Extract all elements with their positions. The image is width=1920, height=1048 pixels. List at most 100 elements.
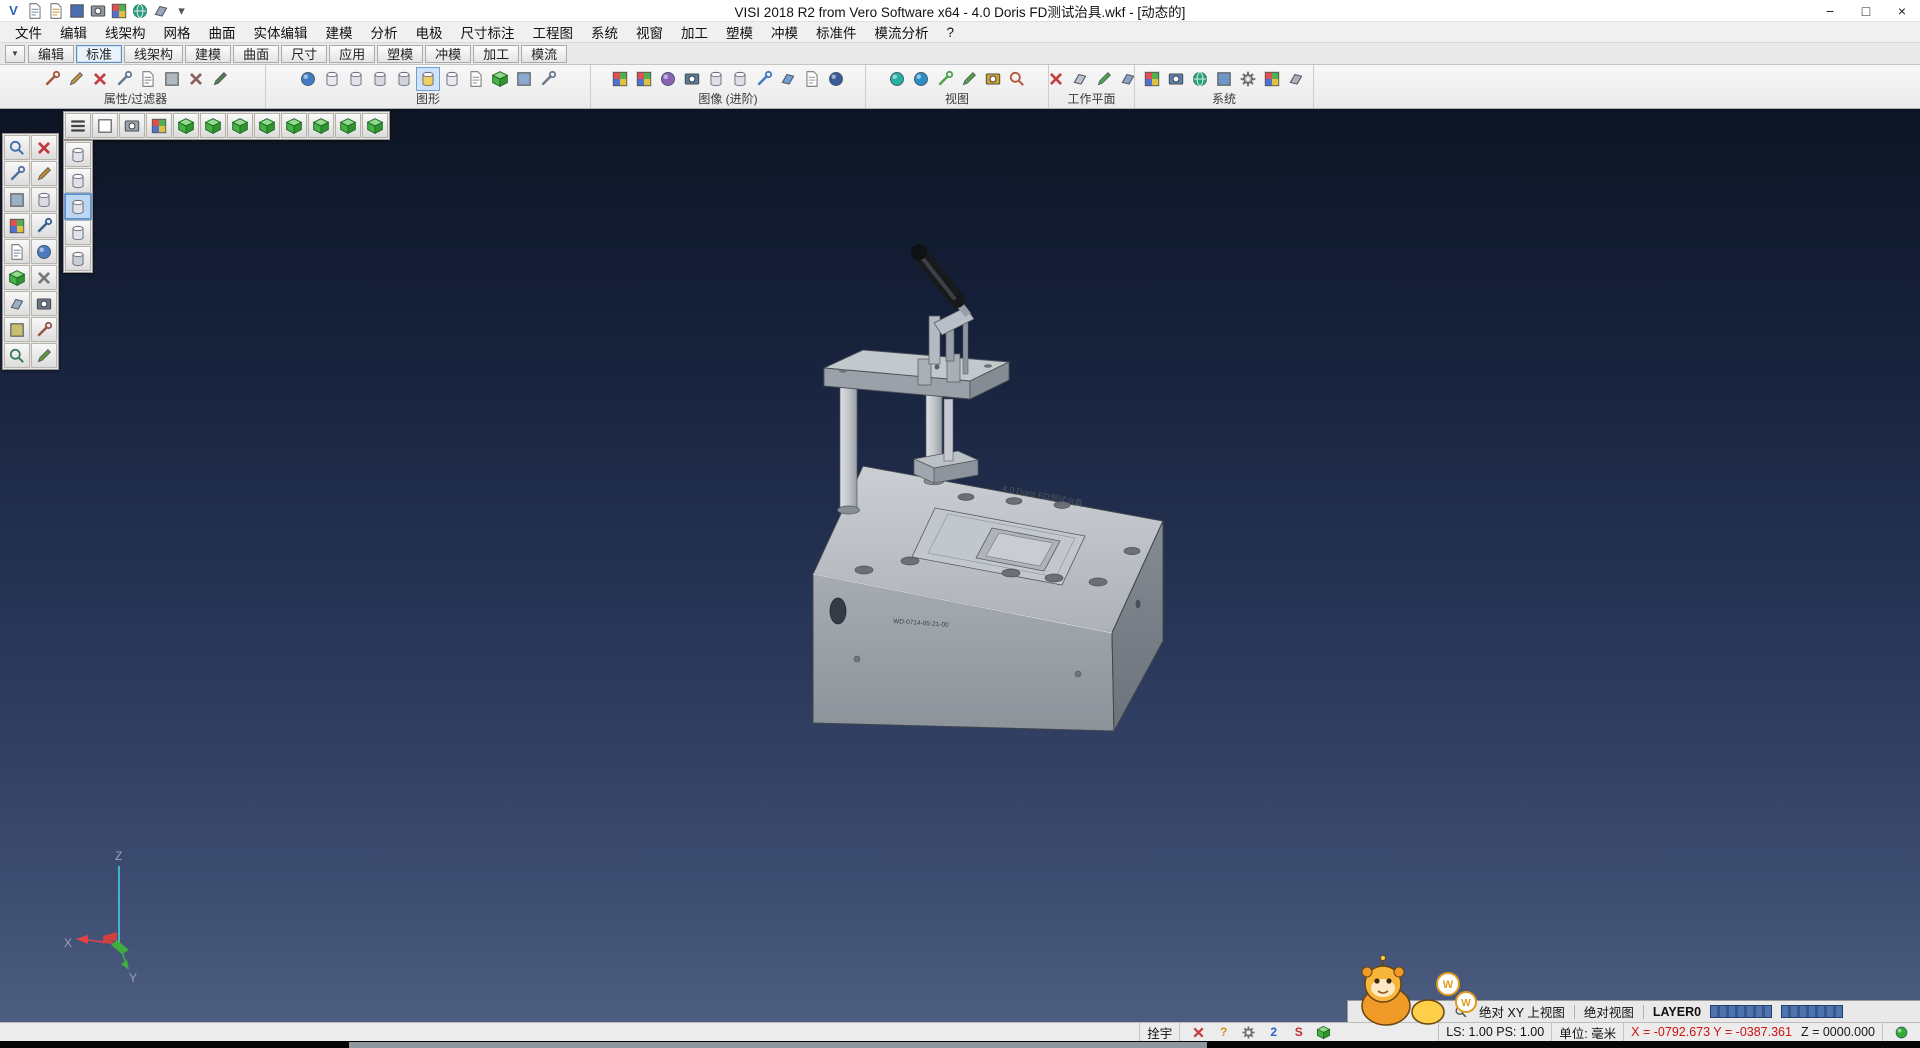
model-3d[interactable]: 4.0 Doris FD测试治具 WD-0714-05-21-00	[813, 244, 1163, 731]
box-select-icon[interactable]	[513, 68, 535, 90]
tab-0[interactable]: 编辑	[28, 45, 74, 63]
view-front-icon[interactable]	[227, 113, 253, 138]
hidden-line-icon[interactable]	[345, 68, 367, 90]
windows-taskbar-peek[interactable]	[0, 1041, 1920, 1048]
shade-edges-icon[interactable]	[393, 68, 415, 90]
tab-3[interactable]: 建模	[185, 45, 231, 63]
menu-item-0[interactable]: 文件	[6, 20, 51, 44]
solid-display-2-icon[interactable]	[65, 168, 91, 193]
group-icon[interactable]	[161, 68, 183, 90]
light-icon[interactable]	[753, 68, 775, 90]
viewport-3d[interactable]: 4.0 Doris FD测试治具 WD-0714-05-21-00	[0, 109, 1920, 1022]
view-right-icon[interactable]	[254, 113, 280, 138]
locate-icon[interactable]	[1006, 68, 1028, 90]
world-icon[interactable]	[1189, 68, 1211, 90]
clip-plane-icon[interactable]	[777, 68, 799, 90]
print-icon[interactable]	[88, 1, 107, 20]
colors-icon[interactable]	[1141, 68, 1163, 90]
status-ready-icon[interactable]	[1890, 1024, 1913, 1041]
taskbar-app-segment[interactable]	[349, 1042, 1207, 1048]
menu-item-13[interactable]: 加工	[672, 20, 717, 44]
workplane-icon[interactable]	[1069, 68, 1091, 90]
solid-display-5-icon[interactable]	[65, 246, 91, 271]
doc-view-icon[interactable]	[465, 68, 487, 90]
status-settings-icon[interactable]	[1237, 1024, 1260, 1041]
plane-icon[interactable]	[4, 291, 30, 316]
workplane-edit-icon[interactable]	[1093, 68, 1115, 90]
display-palette-icon[interactable]	[146, 113, 172, 138]
display-list-icon[interactable]	[65, 113, 91, 138]
shade-icon[interactable]	[369, 68, 391, 90]
sketch-icon[interactable]	[31, 161, 57, 186]
absolute-view-label[interactable]: 绝对视图	[1584, 1002, 1634, 1021]
measure-icon[interactable]	[934, 68, 956, 90]
app-logo-icon[interactable]: V	[4, 1, 23, 20]
regen-icon[interactable]	[297, 68, 319, 90]
shaded-view-icon[interactable]	[886, 68, 908, 90]
workplane-origin-icon[interactable]	[1045, 68, 1067, 90]
document-icon[interactable]	[4, 239, 30, 264]
display-blank-icon[interactable]	[92, 113, 118, 138]
menu-item-9[interactable]: 尺寸标注	[452, 20, 524, 44]
status-snap-icon[interactable]: S	[1287, 1024, 1310, 1041]
tab-10[interactable]: 模流	[521, 45, 567, 63]
grid-settings-icon[interactable]	[1261, 68, 1283, 90]
visibility-icon[interactable]	[982, 68, 1004, 90]
status-flag-icon[interactable]	[1187, 1024, 1210, 1041]
snap-tool-icon[interactable]	[4, 161, 30, 186]
texture-1-icon[interactable]	[609, 68, 631, 90]
zoom-view-icon[interactable]	[910, 68, 932, 90]
status-info-icon[interactable]: 2	[1262, 1024, 1285, 1041]
draw-icon[interactable]	[31, 343, 57, 368]
attr-properties-icon[interactable]	[41, 68, 63, 90]
wrench-icon[interactable]	[31, 317, 57, 342]
view-orientation-label[interactable]: 绝对 XY 上视图	[1479, 1002, 1565, 1021]
online-icon[interactable]	[130, 1, 149, 20]
layer-color-bar-2[interactable]	[1781, 1005, 1843, 1018]
shade-active-icon[interactable]	[417, 68, 439, 90]
tab-4[interactable]: 曲面	[233, 45, 279, 63]
display-settings-icon[interactable]	[1165, 68, 1187, 90]
new-document-icon[interactable]	[25, 1, 44, 20]
menu-item-14[interactable]: 塑模	[717, 20, 762, 44]
solid-display-3-icon[interactable]	[65, 194, 91, 219]
texture-2-icon[interactable]	[633, 68, 655, 90]
tab-6[interactable]: 应用	[329, 45, 375, 63]
layers-icon[interactable]	[151, 1, 170, 20]
delete-icon[interactable]	[31, 135, 57, 160]
menu-item-11[interactable]: 系统	[582, 20, 627, 44]
settings-gear-icon[interactable]	[1237, 68, 1259, 90]
wireframe-icon[interactable]	[321, 68, 343, 90]
minimize-button[interactable]: −	[1812, 0, 1848, 22]
attr-filter-icon[interactable]	[89, 68, 111, 90]
scene-canvas[interactable]: 4.0 Doris FD测试治具 WD-0714-05-21-00	[0, 109, 1920, 1022]
menu-item-2[interactable]: 线架构	[96, 20, 155, 44]
menu-item-8[interactable]: 电极	[407, 20, 452, 44]
tab-9[interactable]: 加工	[473, 45, 519, 63]
view-left-icon[interactable]	[281, 113, 307, 138]
ungroup-icon[interactable]	[185, 68, 207, 90]
menu-item-18[interactable]: ?	[938, 23, 964, 42]
refresh-all-icon[interactable]	[537, 68, 559, 90]
tab-dropdown-icon[interactable]: ▼	[5, 45, 25, 63]
view-back-icon[interactable]	[308, 113, 334, 138]
close-button[interactable]: ×	[1884, 0, 1920, 22]
background-icon[interactable]	[825, 68, 847, 90]
erase-icon[interactable]	[31, 265, 57, 290]
menu-item-17[interactable]: 模流分析	[866, 20, 938, 44]
clean-icon[interactable]	[209, 68, 231, 90]
pair-view-icon[interactable]	[489, 68, 511, 90]
tab-7[interactable]: 塑模	[377, 45, 423, 63]
transparent-icon[interactable]	[441, 68, 463, 90]
layer-color-bar-1[interactable]	[1710, 1005, 1772, 1018]
tablet-icon[interactable]	[1285, 68, 1307, 90]
tab-2[interactable]: 线架构	[124, 45, 183, 63]
save-icon[interactable]	[67, 1, 86, 20]
menu-item-7[interactable]: 分析	[362, 20, 407, 44]
box-icon[interactable]	[4, 187, 30, 212]
move-icon[interactable]	[31, 213, 57, 238]
cube-view-icon[interactable]	[4, 265, 30, 290]
status-help-icon[interactable]: ?	[1212, 1024, 1235, 1041]
attr-painter-icon[interactable]	[65, 68, 87, 90]
sphere-icon[interactable]	[31, 239, 57, 264]
